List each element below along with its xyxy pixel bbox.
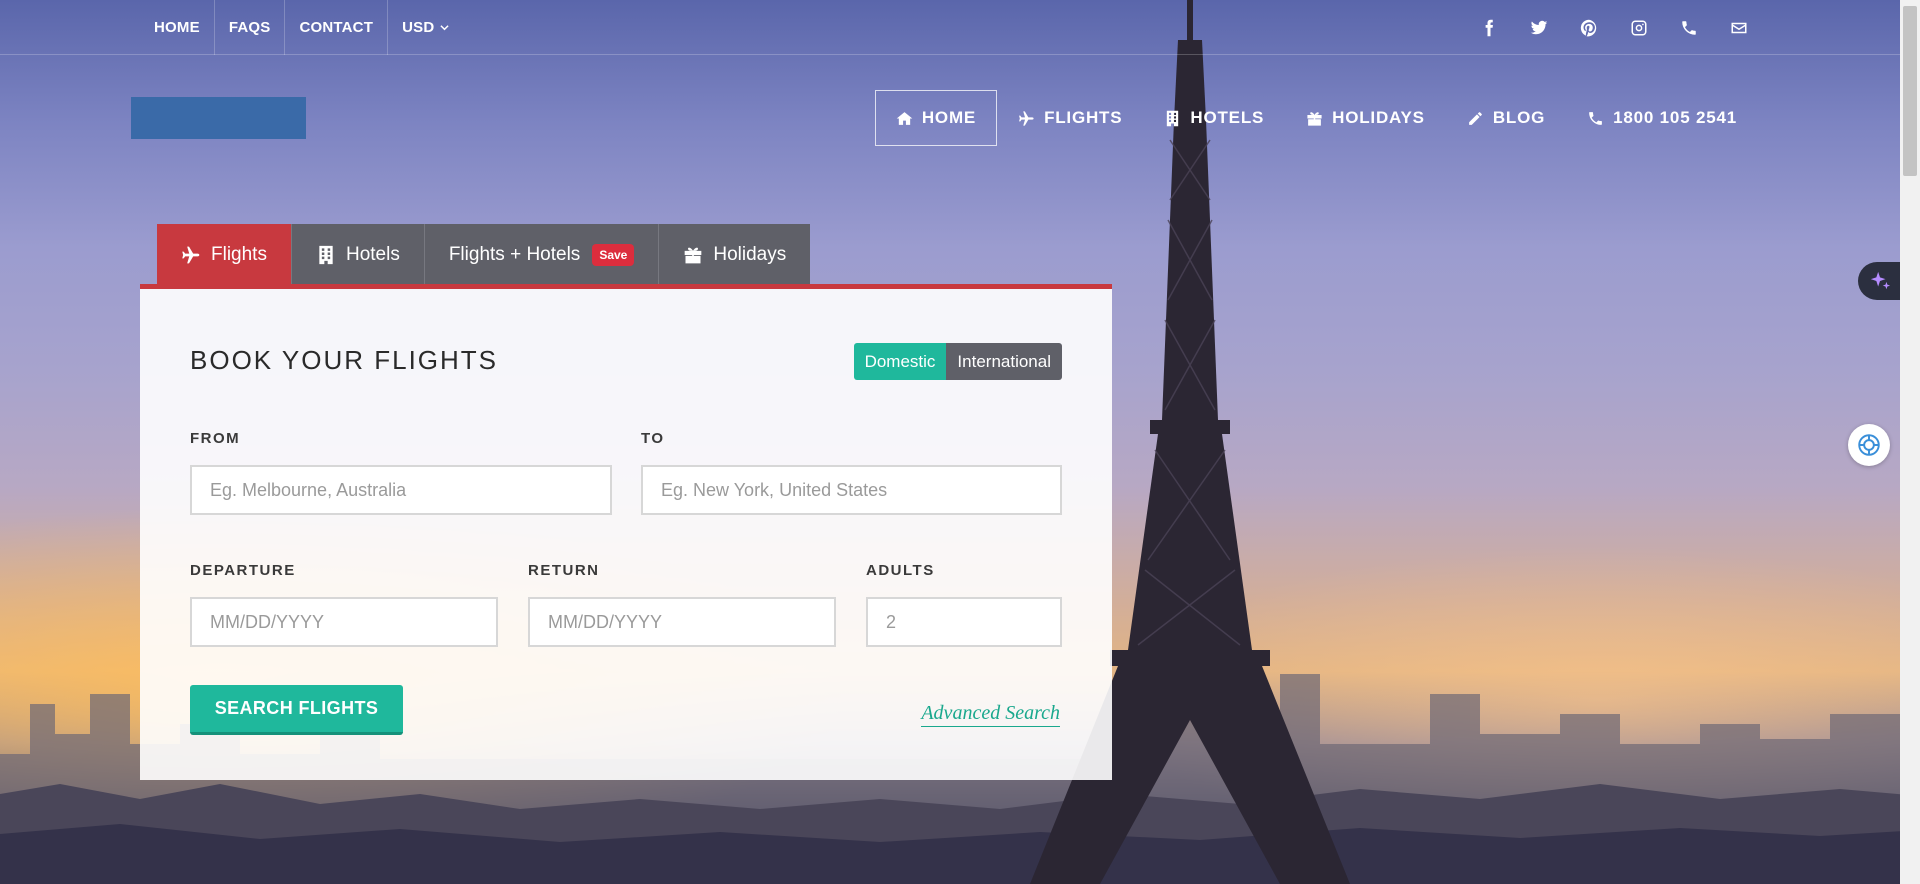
nav-label: 1800 105 2541 <box>1613 108 1737 127</box>
chevron-down-icon <box>440 25 449 31</box>
to-input[interactable] <box>641 465 1062 515</box>
trip-type-toggle: Domestic International <box>853 343 1062 380</box>
building-icon <box>1167 110 1179 126</box>
currency-dropdown[interactable]: USD <box>388 0 463 55</box>
booking-tabs: Flights Hotels Flights + Hotels Save Hol… <box>157 224 811 285</box>
top-bar: HOME FAQS CONTACT USD <box>0 0 1900 55</box>
main-nav: HOME FLIGHTS HOTELS HOLIDAYS BLOG 1800 1… <box>874 90 1758 146</box>
site-logo[interactable] <box>131 97 306 139</box>
nav-blog[interactable]: BLOG <box>1446 90 1566 146</box>
nav-home[interactable]: HOME <box>874 90 998 146</box>
departure-date-input[interactable] <box>190 597 498 647</box>
return-date-input[interactable] <box>528 597 836 647</box>
page-scrollbar[interactable] <box>1900 0 1920 884</box>
nav-label: HOTELS <box>1190 108 1265 127</box>
tab-label: Holidays <box>713 243 787 265</box>
gift-icon <box>685 247 702 263</box>
phone-icon[interactable] <box>1678 17 1700 39</box>
twitter-icon[interactable] <box>1528 17 1550 39</box>
from-label: FROM <box>190 430 241 447</box>
assistant-button[interactable] <box>1848 424 1890 466</box>
tab-label: Hotels <box>345 243 400 265</box>
scrollbar-thumb[interactable] <box>1903 6 1917 176</box>
currency-label: USD <box>402 19 435 36</box>
search-flights-button[interactable]: SEARCH FLIGHTS <box>190 685 403 735</box>
social-links <box>1478 0 1750 55</box>
top-links: HOME FAQS CONTACT USD <box>140 0 463 55</box>
nav-hotels[interactable]: HOTELS <box>1143 90 1285 146</box>
tab-holidays[interactable]: Holidays <box>659 224 811 285</box>
tab-label: Flights + Hotels <box>448 243 581 265</box>
top-link-label: FAQS <box>228 19 271 36</box>
adults-input[interactable] <box>866 597 1062 647</box>
building-icon <box>319 245 333 264</box>
plane-icon <box>1019 110 1034 126</box>
return-label: RETURN <box>528 562 600 579</box>
assistant-icon <box>1858 434 1880 456</box>
nav-holidays[interactable]: HOLIDAYS <box>1285 90 1446 146</box>
international-option[interactable]: International <box>946 343 1062 380</box>
tab-hotels[interactable]: Hotels <box>291 224 425 285</box>
nav-label: HOLIDAYS <box>1332 108 1425 127</box>
tab-flights[interactable]: Flights <box>157 224 292 285</box>
panel-title: BOOK YOUR FLIGHTS <box>190 345 499 375</box>
gift-icon <box>1307 111 1322 126</box>
ai-sparkle-button[interactable] <box>1858 262 1902 300</box>
top-link-label: CONTACT <box>299 19 374 36</box>
booking-panel: BOOK YOUR FLIGHTS Domestic International… <box>140 284 1112 780</box>
tab-label: Flights <box>211 243 267 265</box>
top-link-contact[interactable]: CONTACT <box>285 0 389 55</box>
envelope-icon[interactable] <box>1728 17 1750 39</box>
nav-label: HOME <box>921 108 977 127</box>
top-link-faqs[interactable]: FAQS <box>215 0 286 55</box>
facebook-icon[interactable] <box>1478 17 1500 39</box>
save-badge: Save <box>592 243 635 266</box>
to-label: TO <box>641 430 665 447</box>
home-icon <box>896 111 913 125</box>
adults-label: ADULTS <box>866 562 935 579</box>
plane-icon <box>182 246 200 263</box>
sparkle-icon <box>1870 271 1891 290</box>
phone-icon <box>1589 111 1603 125</box>
nav-phone[interactable]: 1800 105 2541 <box>1566 90 1758 146</box>
domestic-option[interactable]: Domestic <box>853 343 947 380</box>
nav-label: BLOG <box>1492 108 1546 127</box>
departure-label: DEPARTURE <box>190 562 296 579</box>
top-link-home[interactable]: HOME <box>140 0 215 55</box>
pencil-icon <box>1468 111 1482 125</box>
nav-label: FLIGHTS <box>1044 108 1123 127</box>
pinterest-icon[interactable] <box>1578 17 1600 39</box>
from-input[interactable] <box>190 465 612 515</box>
top-link-label: HOME <box>154 19 200 36</box>
nav-flights[interactable]: FLIGHTS <box>997 90 1143 146</box>
advanced-search-link[interactable]: Advanced Search <box>921 702 1060 727</box>
instagram-icon[interactable] <box>1628 17 1650 39</box>
tab-flights-hotels[interactable]: Flights + Hotels Save <box>424 224 660 285</box>
